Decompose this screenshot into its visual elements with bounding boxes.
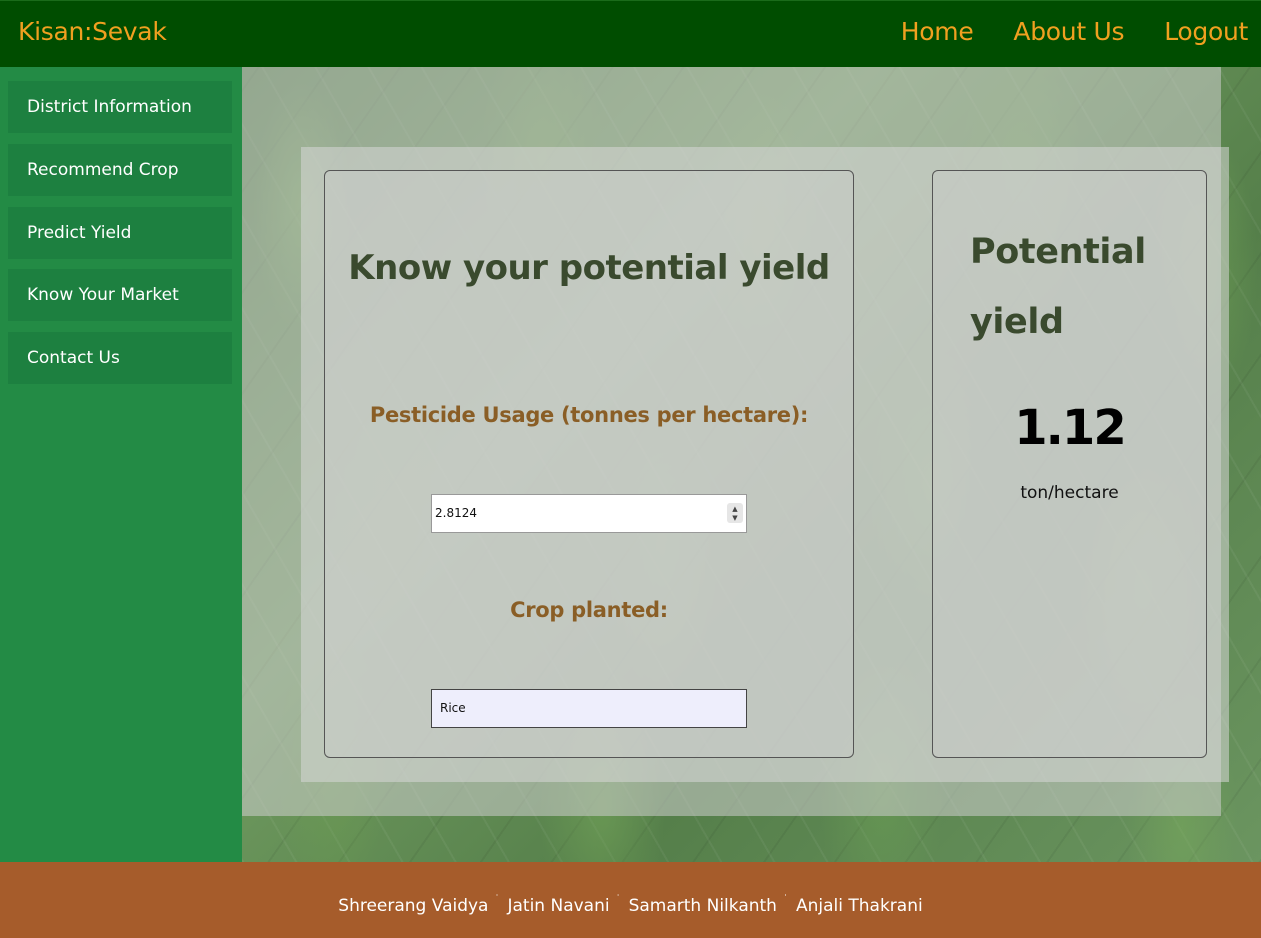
result-title: Potential yield: [970, 232, 1146, 342]
yield-form-card: Know your potential yield Pesticide Usag…: [324, 170, 854, 758]
number-spinner[interactable]: ▲ ▼: [727, 503, 743, 523]
crop-label: Crop planted:: [510, 598, 668, 622]
yield-container: Know your potential yield Pesticide Usag…: [301, 147, 1229, 782]
crop-input[interactable]: Rice: [431, 689, 747, 728]
result-unit: ton/hectare: [1020, 483, 1119, 503]
top-nav: Home About Us Logout: [901, 15, 1249, 49]
result-card: Potential yield 1.12 ton/hectare: [932, 170, 1207, 758]
top-navbar: Kisan:Sevak Home About Us Logout: [0, 0, 1261, 67]
nav-about-us-link[interactable]: About Us: [1013, 15, 1124, 49]
sidebar-item-recommend-crop[interactable]: Recommend Crop: [8, 144, 232, 196]
crop-input-value: Rice: [440, 701, 466, 715]
main-content: Know your potential yield Pesticide Usag…: [242, 67, 1261, 862]
author-name: Anjali Thakrani: [795, 896, 923, 916]
author-name: Jatin Navani: [507, 896, 610, 916]
sidebar-item-district-information[interactable]: District Information: [8, 81, 232, 133]
sidebar-item-know-your-market[interactable]: Know Your Market: [8, 269, 232, 321]
credit-separator: ˙: [782, 894, 788, 905]
sidebar: District Information Recommend Crop Pred…: [0, 67, 242, 862]
result-value: 1.12: [1014, 400, 1126, 456]
nav-home-link[interactable]: Home: [901, 15, 974, 49]
pesticide-input-value: 2.8124: [435, 506, 477, 520]
chevron-down-icon[interactable]: ▼: [727, 514, 743, 522]
footer: Shreerang Vaidya ˙ Jatin Navani ˙ Samarth Ni…: [0, 862, 1261, 938]
chevron-up-icon[interactable]: ▲: [727, 505, 743, 513]
author-name: Samarth Nilkanth: [628, 896, 777, 916]
credit-separator: ˙: [494, 894, 500, 905]
nav-logout-link[interactable]: Logout: [1164, 15, 1248, 49]
pesticide-input[interactable]: 2.8124 ▲ ▼: [431, 494, 747, 533]
sidebar-item-predict-yield[interactable]: Predict Yield: [8, 207, 232, 259]
credit-separator: ˙: [615, 894, 621, 905]
author-name: Shreerang Vaidya: [338, 896, 489, 916]
form-heading: Know your potential yield: [348, 248, 830, 288]
footer-credits: Shreerang Vaidya ˙ Jatin Navani ˙ Samarth Ni…: [0, 886, 1261, 920]
brand-logo-link[interactable]: Kisan:Sevak: [18, 15, 167, 49]
pesticide-label: Pesticide Usage (tonnes per hectare):: [369, 403, 809, 427]
sidebar-item-contact-us[interactable]: Contact Us: [8, 332, 232, 384]
